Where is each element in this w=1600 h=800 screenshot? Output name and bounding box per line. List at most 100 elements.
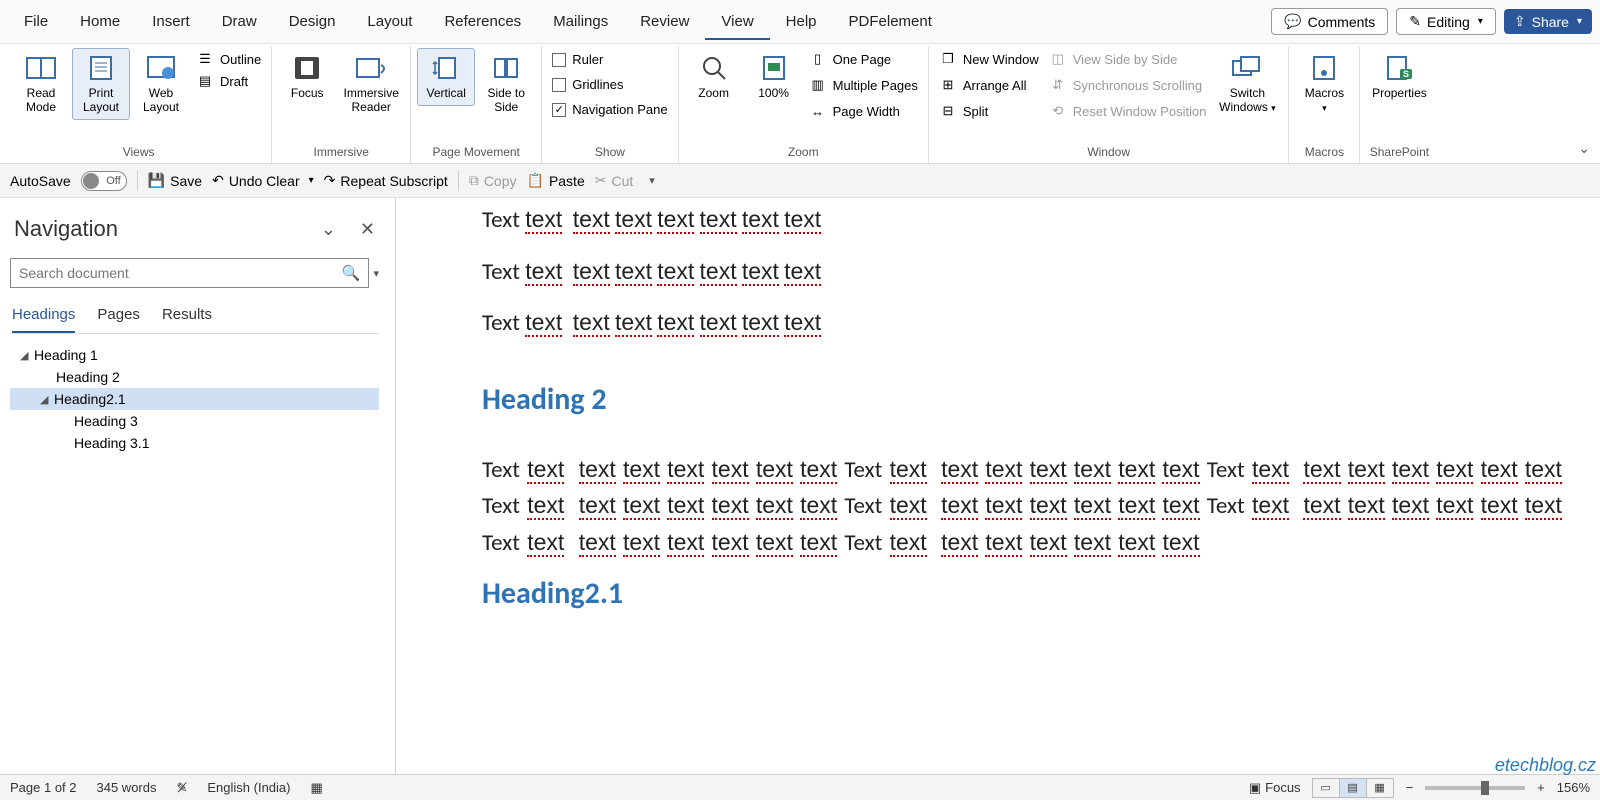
save-button[interactable]: 💾Save [148,172,202,189]
outline-button[interactable]: ☰Outline [196,50,261,68]
ruler-checkbox[interactable]: Ruler [552,52,667,67]
qa-more-button[interactable]: ▾ [649,174,655,187]
tree-collapse-icon[interactable]: ◢ [40,393,54,406]
zoom-slider[interactable] [1425,786,1525,790]
zoom-out-button[interactable]: − [1406,780,1414,795]
tree-item-heading3[interactable]: Heading 3 [10,410,379,432]
tab-view[interactable]: View [705,3,769,40]
nav-collapse-button[interactable]: ⌄ [321,219,336,240]
page-width-button[interactable]: ↔Page Width [809,102,918,120]
tab-draw[interactable]: Draw [206,3,273,40]
doc-paragraph-long[interactable]: Text text text text text text text text … [482,452,1600,562]
nav-tab-results[interactable]: Results [162,306,212,333]
view-read-button[interactable]: ▭ [1312,778,1340,798]
draft-label: Draft [220,74,248,89]
nav-search-box[interactable]: 🔍 [10,258,369,288]
status-bar: Page 1 of 2 345 words ✎̸ English (India)… [0,774,1600,800]
immersive-reader-button[interactable]: Immersive Reader [338,48,404,120]
hundred-percent-button[interactable]: 100% [745,48,803,106]
nav-tab-pages[interactable]: Pages [97,306,140,333]
tree-item-heading31[interactable]: Heading 3.1 [10,432,379,454]
tab-home[interactable]: Home [64,3,136,40]
document-area[interactable]: Text text text text text text text text … [396,198,1600,774]
tree-label: Heading 3.1 [74,435,150,451]
comments-button[interactable]: 💬 Comments [1271,8,1388,35]
chevron-down-icon[interactable]: ▾ [309,175,314,186]
macros-label: Macros▾ [1305,87,1344,115]
vertical-button[interactable]: Vertical [417,48,475,106]
editing-button[interactable]: ✎ Editing ▾ [1396,8,1496,35]
search-input[interactable] [19,265,342,281]
web-layout-button[interactable]: Web Layout [132,48,190,120]
one-page-label: One Page [833,52,892,67]
zoom-slider-knob[interactable] [1481,781,1489,795]
macros-button[interactable]: Macros▾ [1295,48,1353,120]
copy-icon: ⧉ [469,172,479,189]
search-dropdown-button[interactable]: ▾ [373,267,379,280]
focus-icon [290,53,324,83]
tab-help[interactable]: Help [770,3,833,40]
view-print-button[interactable]: ▤ [1339,778,1367,798]
nav-close-button[interactable]: ✕ [360,219,375,240]
split-button[interactable]: ⊟Split [939,102,1039,120]
doc-paragraph[interactable]: Text text text text text text text text [482,254,1600,290]
status-language[interactable]: English (India) [207,780,290,795]
chevron-down-icon: ▾ [1322,103,1327,113]
multiple-pages-button[interactable]: ▥Multiple Pages [809,76,918,94]
zoom-button[interactable]: Zoom [685,48,743,106]
tree-item-heading1[interactable]: ◢Heading 1 [10,344,379,366]
view-side-label: View Side by Side [1073,52,1178,67]
gridlines-checkbox[interactable]: Gridlines [552,77,667,92]
undo-button[interactable]: ↶Undo Clear▾ [212,172,314,189]
properties-button[interactable]: S Properties [1366,48,1432,106]
tree-item-heading21[interactable]: ◢Heading2.1 [10,388,379,410]
tab-references[interactable]: References [428,3,537,40]
status-focus-button[interactable]: ▣Focus [1249,780,1301,796]
share-icon: ⇪ [1514,13,1526,30]
print-layout-button[interactable]: Print Layout [72,48,130,120]
doc-heading-2[interactable]: Heading 2 [482,381,1600,418]
view-web-button[interactable]: ▦ [1366,778,1394,798]
status-words[interactable]: 345 words [97,780,157,795]
search-icon[interactable]: 🔍 [342,264,361,282]
new-window-button[interactable]: ❐New Window [939,50,1039,68]
zoom-in-button[interactable]: + [1537,780,1545,795]
draft-button[interactable]: ▤Draft [196,72,261,90]
status-page[interactable]: Page 1 of 2 [10,780,77,795]
redo-button[interactable]: ↷Repeat Subscript [324,172,448,189]
nav-tabs: Headings Pages Results [10,300,379,334]
navigation-pane-checkbox[interactable]: ✓Navigation Pane [552,102,667,117]
side-to-side-button[interactable]: Side to Side [477,48,535,120]
share-button[interactable]: ⇪ Share ▾ [1504,9,1592,34]
focus-label: Focus [291,87,324,101]
tab-mailings[interactable]: Mailings [537,3,624,40]
status-spellcheck[interactable]: ✎̸ [176,780,187,796]
zoom-percent[interactable]: 156% [1557,780,1590,795]
one-page-button[interactable]: ▯One Page [809,50,918,68]
group-window: ❐New Window ⊞Arrange All ⊟Split ◫View Si… [929,46,1290,163]
status-accessibility[interactable]: ▦ [311,780,323,796]
ribbon-collapse-button[interactable]: ⌄ [1578,140,1590,157]
doc-paragraph[interactable]: Text text text text text text text text [482,202,1600,238]
paste-button[interactable]: 📋Paste [527,172,585,189]
focus-button[interactable]: Focus [278,48,336,106]
arrange-all-button[interactable]: ⊞Arrange All [939,76,1039,94]
doc-paragraph[interactable]: Text text text text text text text text [482,305,1600,341]
autosave-toggle[interactable]: Off [81,171,127,191]
tree-collapse-icon[interactable]: ◢ [20,349,34,362]
tab-insert[interactable]: Insert [136,3,206,40]
ruler-label: Ruler [572,52,603,67]
undo-icon: ↶ [212,172,224,189]
tab-file[interactable]: File [8,3,64,40]
tree-item-heading2[interactable]: Heading 2 [10,366,379,388]
tab-review[interactable]: Review [624,3,705,40]
tab-layout[interactable]: Layout [351,3,428,40]
doc-heading-21[interactable]: Heading2.1 [482,575,1600,612]
read-mode-button[interactable]: Read Mode [12,48,70,120]
multiple-pages-label: Multiple Pages [833,78,918,93]
tab-design[interactable]: Design [273,3,352,40]
switch-windows-button[interactable]: Switch Windows ▾ [1212,48,1282,120]
tab-pdfelement[interactable]: PDFelement [833,3,948,40]
copy-button: ⧉Copy [469,172,517,189]
nav-tab-headings[interactable]: Headings [12,306,75,333]
